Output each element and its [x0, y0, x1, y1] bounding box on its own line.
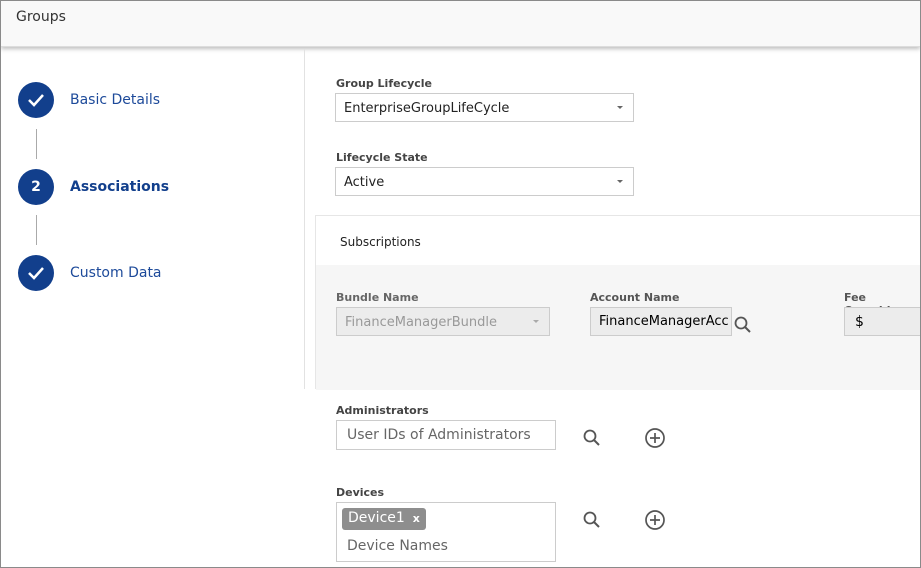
step-label: Custom Data — [70, 265, 162, 281]
account-name-input[interactable]: FinanceManagerAcc — [590, 307, 732, 336]
selected-value: FinanceManagerBundle — [345, 315, 497, 330]
devices-label: Devices — [336, 486, 385, 499]
fee-override-input[interactable]: $ — [844, 307, 920, 336]
lifecycle-state-label: Lifecycle State — [336, 151, 428, 164]
search-icon[interactable] — [583, 429, 601, 447]
bundle-name-label: Bundle Name — [336, 291, 419, 304]
groups-window: Groups Basic Details 2 Associations Cust… — [0, 0, 921, 568]
add-circle-icon[interactable] — [644, 509, 666, 531]
check-icon — [18, 255, 54, 291]
subscriptions-title: Subscriptions — [340, 235, 421, 249]
check-icon — [18, 82, 54, 118]
administrators-label: Administrators — [336, 404, 429, 417]
administrators-input[interactable]: User IDs of Administrators — [336, 420, 556, 450]
selected-value: Active — [344, 175, 385, 190]
step-connector — [36, 215, 37, 245]
step-number: 2 — [18, 169, 54, 205]
lifecycle-state-select[interactable]: Active — [335, 167, 634, 196]
group-lifecycle-label: Group Lifecycle — [336, 77, 433, 90]
selected-value: EnterpriseGroupLifeCycle — [344, 101, 510, 116]
devices-placeholder: Device Names — [347, 538, 448, 554]
chevron-down-icon — [533, 320, 539, 323]
step-basic-details[interactable]: Basic Details — [18, 82, 160, 118]
header: Groups — [1, 1, 920, 47]
page-title: Groups — [16, 9, 66, 25]
divider — [304, 49, 305, 389]
step-connector — [36, 129, 37, 159]
search-icon[interactable] — [734, 316, 752, 334]
account-name-label: Account Name — [590, 291, 680, 304]
step-label: Associations — [70, 179, 170, 195]
step-custom-data[interactable]: Custom Data — [18, 255, 162, 291]
device-tag: Device1 x — [342, 508, 426, 530]
chevron-down-icon — [617, 106, 623, 109]
remove-tag-icon[interactable]: x — [413, 512, 420, 525]
add-circle-icon[interactable] — [644, 427, 666, 449]
bundle-name-select[interactable]: FinanceManagerBundle — [336, 307, 550, 336]
step-associations[interactable]: 2 Associations — [18, 169, 169, 205]
step-label: Basic Details — [70, 92, 161, 108]
chevron-down-icon — [617, 180, 623, 183]
tag-label: Device1 — [348, 510, 405, 526]
search-icon[interactable] — [583, 511, 601, 529]
group-lifecycle-select[interactable]: EnterpriseGroupLifeCycle — [335, 93, 634, 122]
